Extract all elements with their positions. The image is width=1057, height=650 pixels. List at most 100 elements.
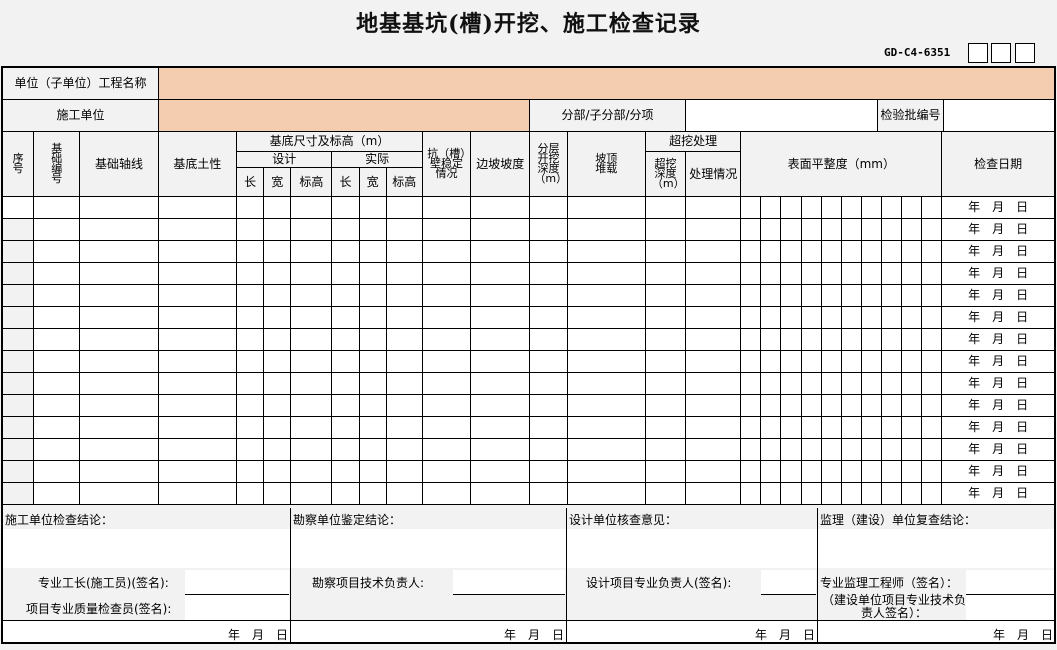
row-cell[interactable]: [685, 240, 742, 263]
row-cell[interactable]: [780, 482, 802, 505]
row-date-cell[interactable]: 年 月 日: [941, 460, 1055, 483]
row-cell[interactable]: [79, 460, 159, 483]
row-cell[interactable]: [760, 218, 782, 241]
row-cell[interactable]: [880, 460, 902, 483]
row-cell[interactable]: [331, 460, 360, 483]
row-seq-cell[interactable]: [1, 460, 35, 483]
row-cell[interactable]: [800, 328, 822, 351]
row-cell[interactable]: [470, 240, 531, 263]
row-cell[interactable]: [33, 284, 81, 307]
row-cell[interactable]: [685, 350, 742, 373]
row-seq-cell[interactable]: [1, 284, 35, 307]
row-cell[interactable]: [236, 482, 265, 505]
row-cell[interactable]: [290, 350, 333, 373]
row-cell[interactable]: [880, 218, 902, 241]
row-cell[interactable]: [358, 262, 387, 285]
row-cell[interactable]: [157, 196, 238, 219]
row-cell[interactable]: [33, 416, 81, 439]
row-cell[interactable]: [880, 394, 902, 417]
row-cell[interactable]: [331, 196, 360, 219]
row-cell[interactable]: [880, 196, 902, 219]
row-cell[interactable]: [358, 460, 387, 483]
row-seq-cell[interactable]: [1, 196, 35, 219]
row-cell[interactable]: [236, 350, 265, 373]
row-cell[interactable]: [529, 416, 568, 439]
row-cell[interactable]: [566, 328, 646, 351]
row-cell[interactable]: [921, 394, 943, 417]
row-cell[interactable]: [780, 394, 802, 417]
row-cell[interactable]: [470, 218, 531, 241]
row-cell[interactable]: [529, 372, 568, 395]
row-seq-cell[interactable]: [1, 262, 35, 285]
row-cell[interactable]: [685, 284, 742, 307]
row-cell[interactable]: [921, 350, 943, 373]
row-cell[interactable]: [331, 306, 360, 329]
row-cell[interactable]: [740, 394, 762, 417]
row-cell[interactable]: [780, 306, 802, 329]
row-cell[interactable]: [157, 262, 238, 285]
row-cell[interactable]: [740, 240, 762, 263]
row-cell[interactable]: [236, 218, 265, 241]
row-cell[interactable]: [921, 196, 943, 219]
sign-box-2[interactable]: [453, 570, 565, 594]
row-cell[interactable]: [820, 460, 842, 483]
row-cell[interactable]: [290, 460, 333, 483]
row-cell[interactable]: [263, 306, 292, 329]
row-date-cell[interactable]: 年 月 日: [941, 218, 1055, 241]
row-cell[interactable]: [358, 482, 387, 505]
row-cell[interactable]: [840, 482, 862, 505]
row-cell[interactable]: [79, 262, 159, 285]
row-cell[interactable]: [236, 460, 265, 483]
code-box-2[interactable]: [991, 43, 1011, 63]
row-seq-cell[interactable]: [1, 350, 35, 373]
row-date-cell[interactable]: 年 月 日: [941, 196, 1055, 219]
row-cell[interactable]: [33, 394, 81, 417]
row-cell[interactable]: [358, 284, 387, 307]
row-cell[interactable]: [529, 284, 568, 307]
row-cell[interactable]: [331, 328, 360, 351]
row-seq-cell[interactable]: [1, 416, 35, 439]
row-cell[interactable]: [385, 460, 423, 483]
row-date-cell[interactable]: 年 月 日: [941, 372, 1055, 395]
row-cell[interactable]: [33, 482, 81, 505]
row-cell[interactable]: [685, 196, 742, 219]
row-cell[interactable]: [290, 284, 333, 307]
row-cell[interactable]: [529, 438, 568, 461]
row-cell[interactable]: [760, 372, 782, 395]
row-cell[interactable]: [760, 438, 782, 461]
row-cell[interactable]: [900, 438, 923, 461]
row-cell[interactable]: [900, 240, 923, 263]
row-cell[interactable]: [421, 196, 472, 219]
row-cell[interactable]: [820, 350, 842, 373]
row-date-cell[interactable]: 年 月 日: [941, 328, 1055, 351]
row-cell[interactable]: [921, 460, 943, 483]
row-cell[interactable]: [263, 196, 292, 219]
row-cell[interactable]: [880, 328, 902, 351]
row-cell[interactable]: [760, 284, 782, 307]
row-cell[interactable]: [860, 328, 882, 351]
row-date-cell[interactable]: 年 月 日: [941, 284, 1055, 307]
row-cell[interactable]: [358, 438, 387, 461]
row-cell[interactable]: [860, 196, 882, 219]
row-cell[interactable]: [644, 372, 687, 395]
row-cell[interactable]: [331, 438, 360, 461]
row-cell[interactable]: [331, 262, 360, 285]
row-cell[interactable]: [470, 394, 531, 417]
row-cell[interactable]: [470, 284, 531, 307]
row-cell[interactable]: [331, 394, 360, 417]
row-cell[interactable]: [421, 328, 472, 351]
row-cell[interactable]: [385, 350, 423, 373]
row-cell[interactable]: [644, 438, 687, 461]
row-cell[interactable]: [820, 394, 842, 417]
row-cell[interactable]: [385, 284, 423, 307]
row-cell[interactable]: [566, 240, 646, 263]
row-cell[interactable]: [385, 394, 423, 417]
row-cell[interactable]: [331, 350, 360, 373]
row-cell[interactable]: [290, 306, 333, 329]
row-cell[interactable]: [685, 218, 742, 241]
row-cell[interactable]: [263, 218, 292, 241]
row-cell[interactable]: [840, 196, 862, 219]
row-cell[interactable]: [529, 482, 568, 505]
row-cell[interactable]: [358, 372, 387, 395]
row-cell[interactable]: [685, 460, 742, 483]
